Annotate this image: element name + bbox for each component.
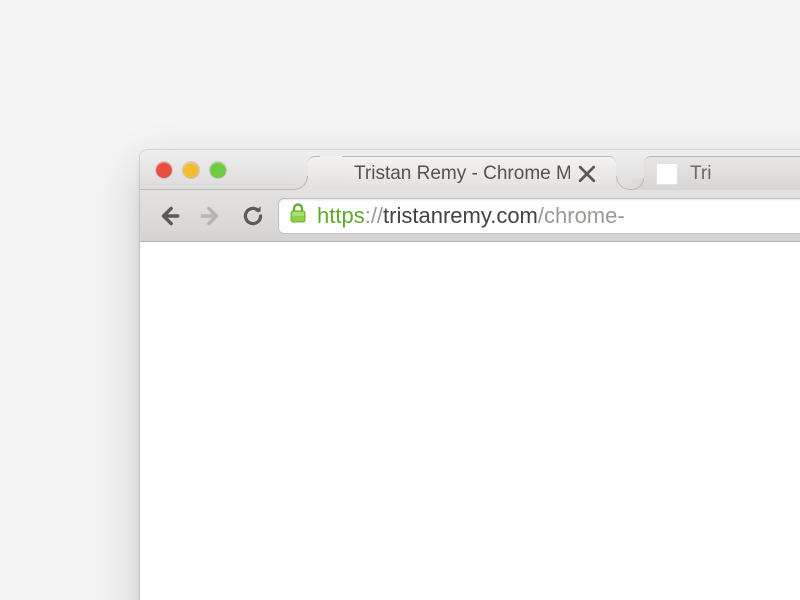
navigation-toolbar: https://tristanremy.com/chrome- — [140, 190, 800, 242]
favicon-icon — [656, 163, 678, 185]
url-path: /chrome- — [538, 203, 625, 229]
arrow-right-icon — [198, 203, 224, 229]
window-zoom-button[interactable] — [210, 162, 226, 178]
reload-icon — [240, 203, 266, 229]
address-bar[interactable]: https://tristanremy.com/chrome- — [278, 198, 800, 234]
tab-curve-icon — [616, 176, 630, 190]
page-content — [140, 242, 800, 600]
tab-inactive[interactable]: Tri — [644, 156, 800, 190]
tab-close-button[interactable] — [576, 163, 598, 185]
window-titlebar: Tristan Remy - Chrome M Tri — [140, 150, 800, 190]
forward-button[interactable] — [194, 199, 228, 233]
tab-active[interactable]: Tristan Remy - Chrome M — [308, 156, 616, 190]
favicon-icon — [320, 163, 342, 185]
lock-icon — [289, 202, 307, 230]
back-button[interactable] — [152, 199, 186, 233]
tab-curve-icon — [294, 176, 308, 190]
browser-window: Tristan Remy - Chrome M Tri — [140, 150, 800, 600]
window-minimize-button[interactable] — [183, 162, 199, 178]
tab-title: Tri — [690, 163, 711, 185]
arrow-left-icon — [156, 203, 182, 229]
tab-strip: Tristan Remy - Chrome M Tri — [308, 156, 800, 190]
tab-title: Tristan Remy - Chrome M — [354, 163, 570, 185]
tab-curve-icon — [632, 178, 644, 190]
url-scheme: https — [317, 203, 365, 229]
window-close-button[interactable] — [156, 162, 172, 178]
close-icon — [576, 163, 598, 185]
reload-button[interactable] — [236, 199, 270, 233]
window-controls — [156, 162, 226, 178]
url-separator: :// — [365, 203, 383, 229]
url-host: tristanremy.com — [383, 203, 538, 229]
